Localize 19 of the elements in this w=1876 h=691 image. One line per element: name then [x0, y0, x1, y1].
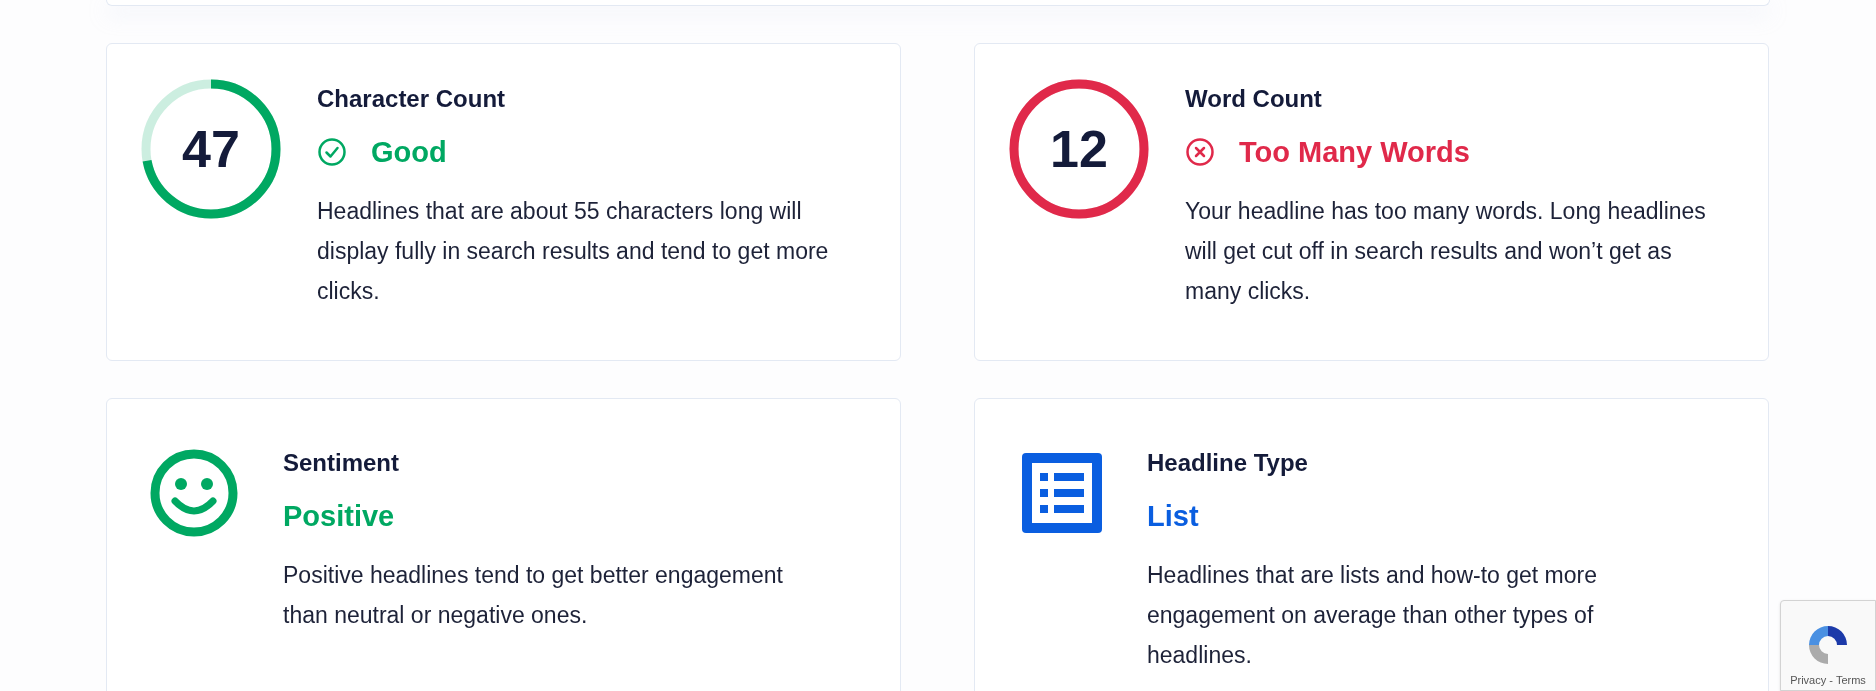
metric-status: List: [1147, 499, 1199, 534]
metric-title: Character Count: [317, 84, 507, 114]
metric-title: Word Count: [1185, 84, 1323, 114]
metric-title: Headline Type: [1147, 448, 1309, 478]
privacy-link[interactable]: Privacy: [1790, 671, 1827, 688]
metric-title: Sentiment: [283, 448, 400, 478]
close-circle-icon: [1185, 137, 1215, 167]
check-circle-icon: [317, 137, 347, 167]
link-separator: -: [1829, 672, 1833, 688]
metric-description: Headlines that are lists and how-to get more engagement on average than other types of headlines.: [1147, 561, 1599, 670]
metric-description: Headlines that are about 55 characters long will display fully in search results and tend to get more clicks.: [317, 197, 830, 306]
metric-status: Positive: [283, 499, 395, 534]
terms-link[interactable]: Terms: [1835, 671, 1866, 688]
metric-status: Too Many Words: [1239, 135, 1470, 170]
metric-description: Positive headlines tend to get better engagement than neutral or negative ones.: [283, 561, 784, 630]
score-value: 12: [1050, 123, 1108, 175]
metric-status: Good: [371, 135, 447, 170]
metric-description: Your headline has too many words. Long headlines will get cut off in search results and won’t get as many clicks.: [1185, 197, 1707, 306]
score-value: 47: [182, 123, 240, 175]
